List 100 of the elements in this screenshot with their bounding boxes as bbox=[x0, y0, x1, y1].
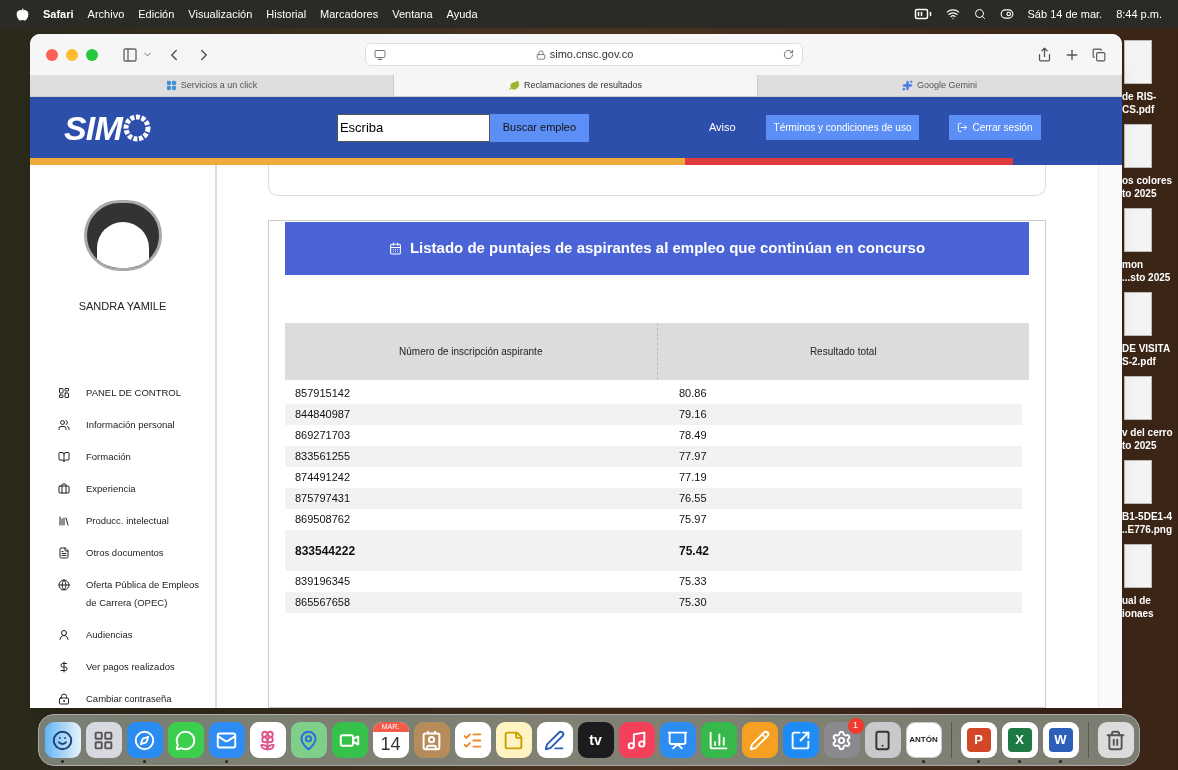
phone-icon[interactable] bbox=[864, 722, 901, 758]
grid-icon[interactable] bbox=[85, 722, 122, 758]
table-cell-text: 869508762 bbox=[294, 512, 352, 528]
music-note-icon[interactable] bbox=[618, 722, 655, 758]
apple-icon[interactable] bbox=[16, 7, 29, 21]
file-label[interactable]: ..E776.png bbox=[1122, 523, 1178, 536]
gear-icon[interactable] bbox=[823, 722, 860, 758]
notice-link[interactable]: Aviso bbox=[708, 119, 736, 136]
sparkle-icon bbox=[902, 80, 913, 91]
sidebar-item[interactable]: Audiencias bbox=[58, 626, 207, 644]
site-logo-text[interactable]: SIM bbox=[64, 110, 122, 145]
sidebar-item[interactable]: Experiencia bbox=[58, 480, 207, 498]
table-cell-text: 833544222 bbox=[294, 542, 357, 560]
table-cell-text: 78.49 bbox=[678, 428, 707, 444]
office-app-icon[interactable]: P bbox=[960, 722, 997, 758]
file-thumbnail[interactable] bbox=[1124, 376, 1152, 420]
trash-icon[interactable] bbox=[1097, 722, 1134, 758]
sidebar-item[interactable]: Formación bbox=[58, 448, 207, 466]
file-label[interactable]: S-2.pdf bbox=[1122, 355, 1178, 368]
reload-icon[interactable] bbox=[783, 49, 794, 60]
envelope-icon[interactable] bbox=[208, 722, 245, 758]
lock-icon bbox=[535, 49, 546, 60]
zoom-button[interactable] bbox=[86, 48, 98, 61]
file-label[interactable]: v del cerro bbox=[1122, 426, 1178, 439]
table-cell-text: 875797431 bbox=[294, 491, 352, 507]
menu-item[interactable]: Visualización bbox=[188, 5, 253, 23]
face-icon[interactable] bbox=[44, 722, 81, 758]
menu-time[interactable]: 8:44 p.m. bbox=[1116, 5, 1162, 23]
file-thumbnail[interactable] bbox=[1124, 124, 1152, 168]
file-label[interactable]: ...sto 2025 bbox=[1122, 271, 1178, 284]
file-thumbnail[interactable] bbox=[1124, 460, 1152, 504]
people-icon bbox=[58, 419, 70, 431]
sidebar-item[interactable]: Producc. intelectual bbox=[58, 512, 207, 530]
video-camera-icon[interactable] bbox=[331, 722, 368, 758]
square-logo-icon bbox=[165, 80, 177, 91]
file-thumbnail[interactable] bbox=[1124, 40, 1152, 84]
file-label[interactable]: B1-5DE1-4 bbox=[1122, 510, 1178, 523]
sidebar-item[interactable]: Ver pagos realizados bbox=[58, 658, 207, 676]
sidebar-icon[interactable] bbox=[122, 46, 138, 63]
reader-icon bbox=[58, 451, 70, 463]
file-label[interactable]: os colores bbox=[1122, 174, 1178, 187]
anton-app-icon[interactable]: ANTÓN bbox=[905, 722, 942, 758]
menu-app-name[interactable]: Safari bbox=[43, 5, 74, 23]
table-cell-text: 76.55 bbox=[678, 491, 707, 507]
sidebar-item[interactable]: Información personal bbox=[58, 416, 207, 434]
browser-tab[interactable]: Servicios a un click bbox=[30, 75, 394, 96]
office-app-icon[interactable]: W bbox=[1042, 722, 1079, 758]
contact-card-icon[interactable] bbox=[413, 722, 450, 758]
file-label[interactable]: ual de bbox=[1122, 594, 1178, 607]
chat-bubble-icon[interactable] bbox=[167, 722, 204, 758]
compass-icon[interactable] bbox=[126, 722, 163, 758]
sidebar-item[interactable]: Cambiar contraseña bbox=[58, 690, 207, 708]
url-text: simo.cnsc.gov.co bbox=[549, 47, 634, 63]
pencil-icon[interactable] bbox=[741, 722, 778, 758]
table-cell-text: 844840987 bbox=[294, 407, 352, 423]
file-thumbnail[interactable] bbox=[1124, 292, 1152, 336]
address-field[interactable]: simo.cnsc.gov.co bbox=[365, 43, 803, 66]
menu-item[interactable]: Ayuda bbox=[446, 5, 478, 23]
logout-icon bbox=[957, 122, 969, 133]
file-label[interactable]: to 2025 bbox=[1122, 439, 1178, 452]
ring-logo-icon[interactable] bbox=[122, 113, 151, 142]
search-icon[interactable] bbox=[973, 8, 986, 20]
file-label[interactable]: DE VISITA bbox=[1122, 342, 1178, 355]
file-label[interactable]: mon bbox=[1122, 258, 1178, 271]
share-icon[interactable] bbox=[1037, 47, 1052, 62]
menu-item[interactable]: Ventana bbox=[392, 5, 433, 23]
scores-title: Listado de puntajes de aspirantes al empleo que continúan en concurso bbox=[409, 238, 926, 259]
podium-icon[interactable] bbox=[659, 722, 696, 758]
file-label[interactable]: de RIS- bbox=[1122, 90, 1178, 103]
search-field[interactable]: Escriba bbox=[336, 113, 490, 142]
map-icon[interactable] bbox=[290, 722, 327, 758]
menu-item[interactable]: Marcadores bbox=[320, 5, 379, 23]
file-label[interactable]: ionaes bbox=[1122, 607, 1178, 620]
file-label[interactable]: CS.pdf bbox=[1122, 103, 1178, 116]
search-job-button[interactable]: Buscar empleo bbox=[489, 113, 589, 142]
menu-date[interactable]: Sáb 14 de mar. bbox=[1027, 5, 1103, 23]
flower-icon[interactable] bbox=[249, 722, 286, 758]
browser-tab[interactable]: Google Gemini bbox=[758, 75, 1122, 96]
tv-app-icon[interactable]: tv bbox=[577, 722, 614, 758]
file-label[interactable]: to 2025 bbox=[1122, 187, 1178, 200]
office-app-icon[interactable]: X bbox=[1001, 722, 1038, 758]
wifi-icon[interactable] bbox=[945, 7, 960, 21]
tab-overview-icon[interactable] bbox=[1092, 47, 1106, 62]
file-thumbnail[interactable] bbox=[1124, 208, 1152, 252]
menu-item[interactable]: Historial bbox=[266, 5, 307, 23]
menu-item[interactable]: Archivo bbox=[87, 5, 125, 23]
table-cell-text: 857915142 bbox=[294, 386, 352, 402]
sidebar-item[interactable]: Oferta Pública de Empleos de Carrera (OPEC) bbox=[58, 576, 207, 612]
squiggle-icon[interactable] bbox=[536, 722, 573, 758]
browser-tab[interactable]: Reclamaciones de resultados bbox=[394, 75, 758, 96]
bar-chart-icon[interactable] bbox=[700, 722, 737, 758]
document-icon bbox=[58, 547, 70, 559]
checklist-icon[interactable] bbox=[454, 722, 491, 758]
menu-item[interactable]: Edición bbox=[138, 5, 175, 23]
control-center-icon[interactable] bbox=[999, 7, 1014, 21]
file-thumbnail[interactable] bbox=[1124, 544, 1152, 588]
sidebar-item[interactable]: PANEL DE CONTROL bbox=[58, 384, 207, 402]
notepad-icon[interactable] bbox=[495, 722, 532, 758]
sidebar-item[interactable]: Otros documentos bbox=[58, 544, 207, 562]
close-button[interactable] bbox=[46, 48, 58, 61]
